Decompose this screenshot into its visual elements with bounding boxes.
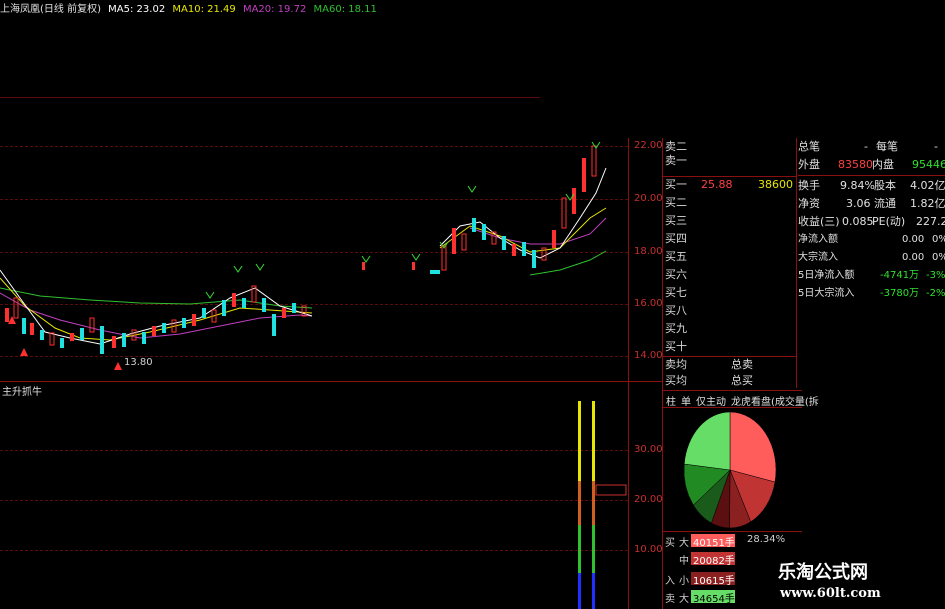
chart-header: 上海凤凰(日线 前复权) MA5: 23.02 MA10: 21.49 MA20… (0, 0, 540, 18)
price-tick: 18.00 (634, 246, 663, 257)
watermark-url: www.60lt.com (780, 586, 881, 601)
price-tick: 16.00 (634, 298, 663, 309)
equity-value: 4.02亿 (910, 179, 945, 192)
size-percent: 28.34% (747, 534, 786, 545)
outer-value: 83580 (838, 158, 873, 171)
price-tick: 14.00 (634, 350, 663, 361)
price-tick: 20.00 (634, 193, 663, 204)
side-label: 买 (665, 538, 675, 549)
indicator-tick: 20.00 (634, 494, 663, 505)
net-assets-value: 3.06 (846, 197, 871, 210)
fund-flows: 净流入额 0.00 0% 大宗流入 0.00 0% 5日净流入额 -4741万 … (798, 232, 945, 312)
indicator-tick: 10.00 (634, 544, 663, 555)
header-divider (0, 97, 540, 98)
pie-slice (683, 411, 731, 471)
tab-single[interactable]: 单 (681, 393, 691, 408)
buy1-price: 25.88 (701, 178, 733, 191)
order-buy-6[interactable]: 买六 (663, 268, 797, 282)
stock-title: 上海凤凰(日线 前复权) (0, 4, 101, 15)
eps-value: 0.085 (842, 215, 874, 228)
grid-ind-20 (0, 500, 628, 501)
side-label: 入 (665, 576, 675, 587)
size-volume: 34654手 (693, 594, 735, 605)
order-buy-1[interactable]: 买一 25.88 38600 (663, 178, 797, 192)
sell-avg-row: 卖均 总卖 (665, 358, 753, 371)
sell-signal-markers (205, 141, 601, 299)
order-buy-4[interactable]: 买四 (663, 232, 797, 246)
tab-dragon-tiger[interactable]: 龙虎看盘(成交量(拆 (731, 393, 819, 408)
flow-row: 净流入额 0.00 0% (798, 234, 945, 245)
ma20-label: MA20: 19.72 (242, 4, 307, 15)
bottom-tabs: 柱 单 仅主动 龙虎看盘(成交量(拆 (664, 393, 819, 408)
price-tick: 22.00 (634, 140, 663, 151)
order-buy-3[interactable]: 买三 (663, 214, 797, 228)
book-divider (663, 176, 797, 177)
tab-active-only[interactable]: 仅主动 (696, 393, 726, 408)
main-indicator-divider (0, 381, 662, 382)
order-buy-2[interactable]: 买二 (663, 196, 797, 210)
watermark-title: 乐淘公式网 (778, 562, 868, 583)
order-sell-2[interactable]: 卖二 (663, 140, 797, 154)
flow-row: 大宗流入 0.00 0% (798, 252, 945, 263)
order-size-pie (683, 411, 777, 529)
order-buy-8[interactable]: 买八 (663, 304, 797, 318)
size-label: 大 (679, 594, 689, 605)
size-volume: 20082手 (693, 556, 735, 567)
indicator-tick: 30.00 (634, 444, 663, 455)
grid-ind-10 (0, 550, 628, 551)
size-volume: 40151手 (693, 538, 735, 549)
ma10-line (0, 207, 607, 341)
order-buy-10[interactable]: 买十 (663, 340, 797, 354)
ma10-label: MA10: 21.49 (172, 4, 236, 15)
indicator-bars[interactable] (570, 395, 630, 609)
order-sell-1[interactable]: 卖一 (663, 154, 797, 168)
tabs-top-line (662, 390, 802, 391)
ma5-label: MA5: 23.02 (108, 4, 166, 15)
order-buy-5[interactable]: 买五 (663, 250, 797, 264)
ma60-line (0, 250, 607, 309)
flow-row: 5日净流入额 -4741万 -3% (798, 270, 945, 281)
watermark: 乐淘公式网 www.60lt.com (736, 552, 945, 609)
size-label: 大 (679, 538, 689, 549)
candles (5, 145, 597, 354)
avg-divider (663, 356, 797, 357)
ma20-line (0, 217, 607, 339)
pe-value: 227.2 (916, 215, 945, 228)
side-label: 卖 (665, 594, 675, 605)
size-volume: 10615手 (693, 576, 735, 587)
candlestick-chart[interactable] (0, 138, 628, 381)
buy-avg-row: 买均 总买 (665, 374, 753, 387)
low-price-marker: 13.80 (124, 357, 153, 368)
turnover-value: 9.84% (840, 179, 875, 192)
ma60-label: MA60: 18.11 (313, 4, 377, 15)
buy1-volume: 38600 (758, 178, 793, 191)
float-value: 1.82亿 (910, 197, 945, 210)
size-label: 小 (679, 576, 689, 587)
inner-value: 95446 (912, 158, 945, 171)
grid-ind-30 (0, 450, 628, 451)
order-buy-7[interactable]: 买七 (663, 286, 797, 300)
order-book: 卖二 卖一 买一 25.88 38600 买二 买三 买四 买五 买六 买七 买… (663, 140, 797, 390)
flow-row: 5日大宗流入 -3780万 -2% (798, 288, 945, 299)
size-label: 中 (679, 556, 689, 567)
tab-bar[interactable]: 柱 (666, 393, 676, 408)
indicator-title: 主升抓牛 (2, 387, 42, 398)
order-buy-9[interactable]: 买九 (663, 322, 797, 336)
pie-slice (729, 411, 777, 483)
